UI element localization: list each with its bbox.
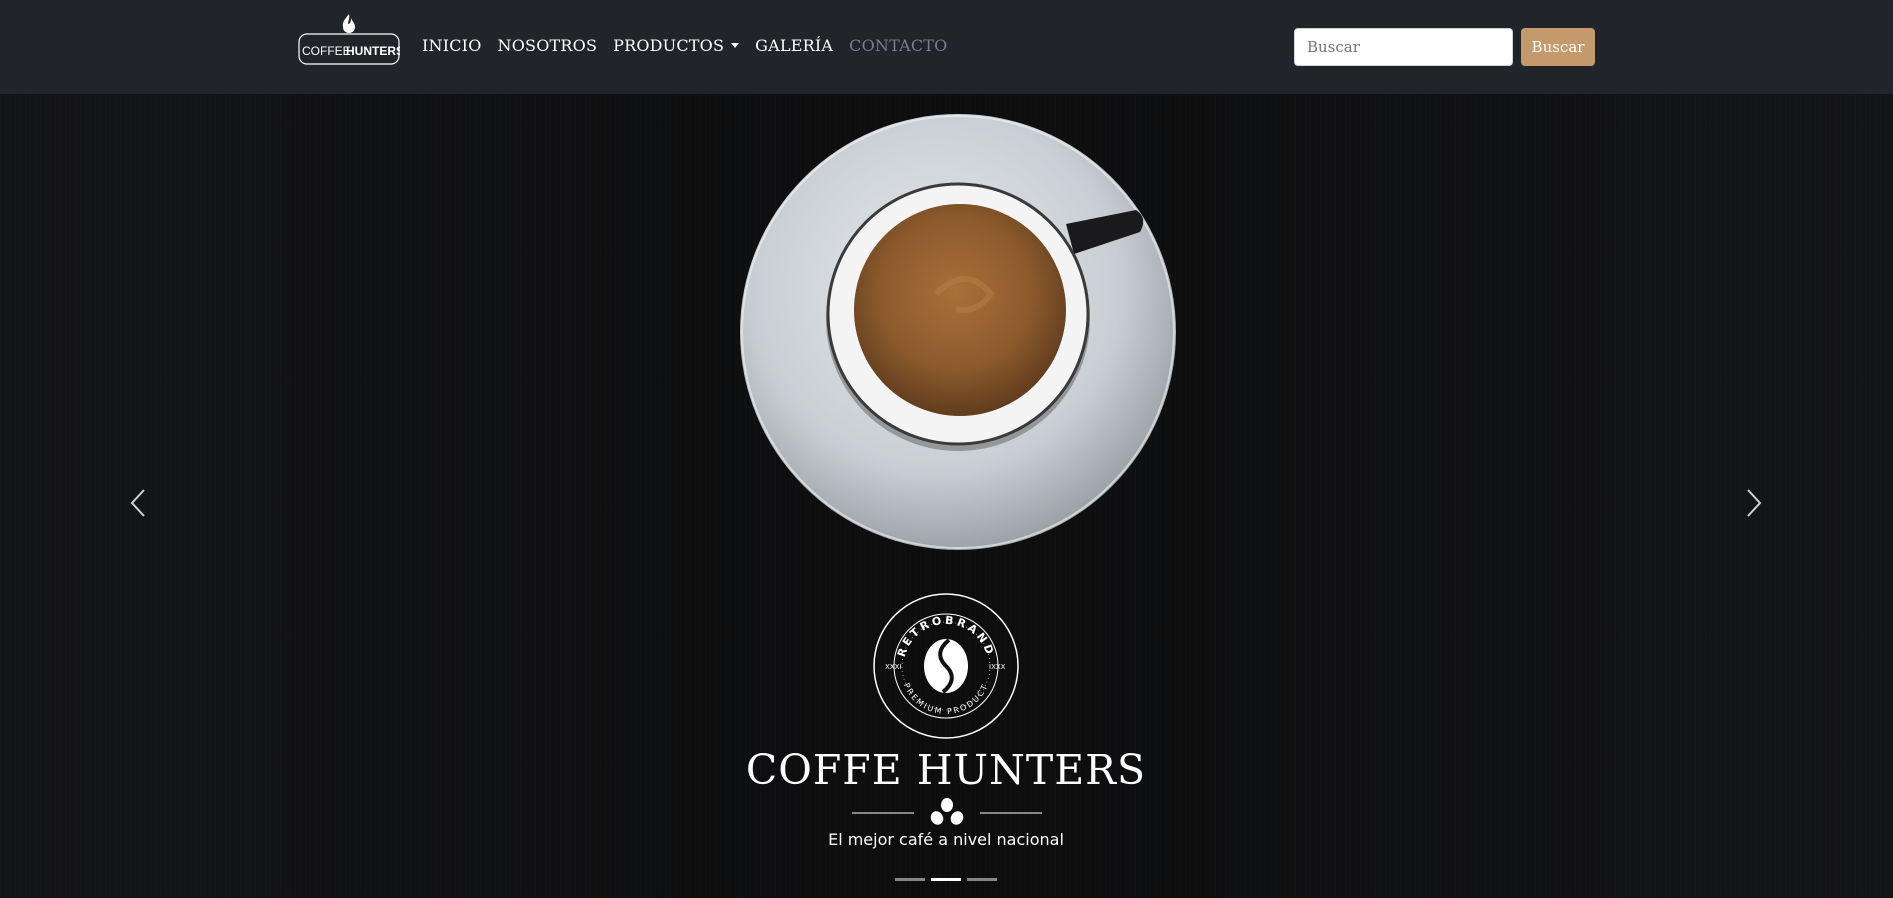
coffee-beans-divider [852,798,1042,825]
nav-nosotros[interactable]: NOSOTROS [498,36,598,55]
nav-productos-label: PRODUCTOS [613,36,725,55]
chevron-left-icon [130,489,145,517]
brand-word-hunters: HUNTERS [346,44,400,58]
carousel-indicators [895,878,997,881]
hero-subtitle: El mejor café a nivel nacional [828,830,1064,849]
carousel-next-button[interactable] [1742,486,1766,520]
carousel-indicator-2[interactable] [931,878,961,881]
nav-galeria[interactable]: GALERÍA [755,36,833,55]
hero-carousel: RETROBRAND PREMIUM PRODUCT XXXI IXXX COF… [0,94,1893,898]
emblem-right-text: IXXX [989,663,1006,671]
chevron-right-icon [1747,489,1762,517]
coffee-beans-icon [930,798,964,825]
carousel-indicator-3[interactable] [967,878,997,881]
brand-word-coffee: COFFEE [302,44,351,58]
caret-down-icon [731,43,740,48]
search-button[interactable]: Buscar [1521,28,1595,66]
brand-logo[interactable]: COFFEE HUNTERS [298,12,400,66]
carousel-prev-button[interactable] [126,486,150,520]
search-input[interactable] [1294,28,1513,66]
nav-contacto[interactable]: CONTACTO [849,36,947,55]
emblem-left-text: XXXI [885,663,901,671]
coffee-bean-emblem-icon [924,638,968,694]
navbar: COFFEE HUNTERS INICIO NOSOTROS PRODUCTOS… [0,0,1893,94]
nav-inicio[interactable]: INICIO [422,36,482,55]
carousel-indicator-1[interactable] [895,878,925,881]
coffee-cup-image [740,114,1176,550]
nav-productos-dropdown[interactable]: PRODUCTOS [613,36,740,55]
flame-logo-icon [342,14,355,33]
nav-menu: INICIO NOSOTROS PRODUCTOS GALERÍA CONTAC… [422,36,963,55]
retrobrand-emblem: RETROBRAND PREMIUM PRODUCT XXXI IXXX [873,593,1019,739]
hero-title: COFFE HUNTERS [745,746,1147,794]
